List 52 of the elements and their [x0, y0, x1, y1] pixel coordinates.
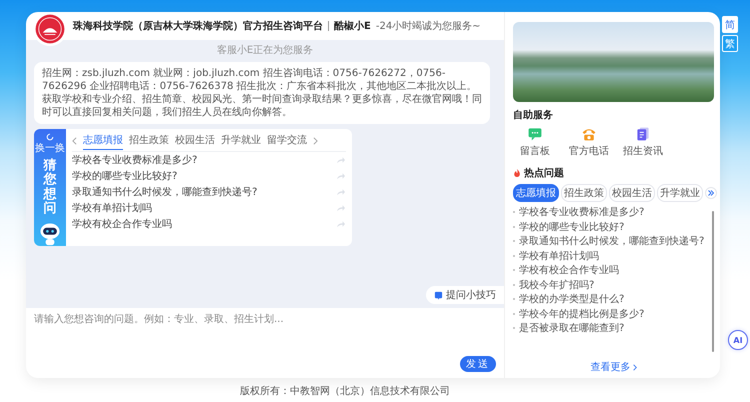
category-tab[interactable]: 升学就业: [657, 184, 703, 202]
hot-question-link[interactable]: 是否被录取在哪能查到?: [519, 321, 624, 336]
platform-title: 珠海科技学院（原吉林大学珠海学院）官方招生咨询平台: [73, 19, 323, 33]
agent-name: 酷椒小E: [334, 20, 371, 33]
document-icon: [635, 126, 651, 142]
hot-question-link[interactable]: 学校的哪些专业比较好?: [519, 220, 624, 234]
chevron-right-icon[interactable]: [313, 136, 318, 144]
slogan: -24小时竭诚为您服务~: [376, 20, 481, 33]
hot-question-link[interactable]: 录取通知书什么时候发，哪能查到快递号?: [519, 234, 704, 248]
chevron-left-icon[interactable]: [72, 136, 77, 144]
chevron-right-icon: [632, 364, 636, 370]
hot-question-link[interactable]: 学校的办学类型是什么?: [519, 292, 624, 306]
service-button[interactable]: 官方电话: [567, 126, 611, 158]
flame-icon: [513, 168, 521, 178]
hot-question-link[interactable]: 我校今年扩招吗?: [519, 278, 594, 292]
category-tab[interactable]: 留学交流: [267, 131, 307, 150]
language-toggle[interactable]: 简: [722, 16, 738, 33]
telephone-icon: [581, 126, 597, 142]
refresh-icon: [46, 133, 54, 141]
chat-bubble-icon: [527, 126, 543, 142]
view-more-link[interactable]: 查看更多: [590, 360, 636, 374]
double-chevron-right-icon[interactable]: [705, 187, 717, 199]
hot-question-link[interactable]: 学校有单招计划吗: [519, 248, 599, 263]
suggested-question[interactable]: 学校有单招计划吗: [72, 201, 152, 215]
suggested-question[interactable]: 录取通知书什么时候发，哪能查到快递号?: [72, 185, 258, 199]
ai-assistant-button[interactable]: AI: [728, 330, 748, 350]
service-button[interactable]: 留言板: [513, 126, 557, 158]
scrollbar[interactable]: [712, 211, 714, 352]
guess-title: 猜您想问: [44, 159, 56, 216]
suggested-question[interactable]: 学校的哪些专业比较好?: [72, 169, 178, 183]
speech-bubble-icon: [434, 290, 443, 300]
suggested-question[interactable]: 学校各专业收费标准是多少?: [72, 153, 198, 167]
copyright-text: 版权所有：中教智网（北京）信息技术有限公司: [240, 384, 450, 398]
hot-question-link[interactable]: 学校今年的提档比例是多少?: [519, 306, 644, 321]
section-title: 热点问题: [524, 166, 564, 180]
hot-question-link[interactable]: 学校有校企合作专业吗: [519, 263, 619, 278]
category-tab[interactable]: 招生政策: [129, 131, 169, 150]
welcome-message: 招生网：zsb.jluzh.com 就业网：job.jluzh.com 招生咨询电话：0756-7626272，0756-7626296 企业招聘电话：0756-7626378 招生批次：广东省本科批次，其他地区二本批次以上。获取学校和专业介绍、招生简章、校园风光、第一时间查询录取结果？更多惊喜，尽在微官网哦！同时可以直接回复相关问题，我们招生人员在线向你解答。: [34, 62, 490, 124]
category-tab[interactable]: 升学就业: [221, 131, 261, 150]
send-button[interactable]: 发送: [460, 356, 496, 372]
question-tips-button[interactable]: 提问小技巧: [426, 286, 504, 304]
refresh-button[interactable]: 换一换: [35, 133, 65, 155]
service-button[interactable]: 招生资讯: [621, 126, 665, 158]
category-tab[interactable]: 志愿填报: [513, 184, 559, 202]
category-tab[interactable]: 校园生活: [175, 131, 215, 150]
suggested-question[interactable]: 学校有校企合作专业吗: [72, 217, 172, 231]
category-tab[interactable]: 校园生活: [609, 184, 655, 202]
hot-question-link[interactable]: 学校各专业收费标准是多少?: [519, 205, 644, 220]
section-title: 自助服务: [513, 108, 554, 122]
category-tab[interactable]: 志愿填报: [83, 131, 123, 150]
category-tab[interactable]: 招生政策: [561, 184, 607, 202]
service-status: 客服小E正在为您服务: [216, 44, 314, 57]
